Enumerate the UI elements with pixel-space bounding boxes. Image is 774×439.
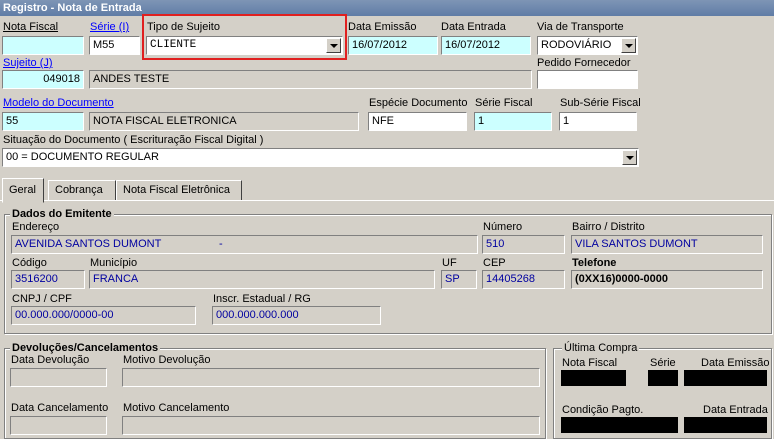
pedido-fornecedor-input[interactable] <box>537 70 638 89</box>
uc-condicao-field <box>561 417 678 433</box>
window-title: Registro - Nota de Entrada <box>0 0 774 16</box>
cnpj-field: 00.000.000/0000-00 <box>11 306 196 325</box>
serie-fiscal-label: Série Fiscal <box>475 97 533 109</box>
situacao-value: 00 = DOCUMENTO REGULAR <box>6 151 159 163</box>
sujeito-link[interactable]: Sujeito (J) <box>3 57 53 70</box>
tab-geral[interactable]: Geral <box>2 178 44 203</box>
especie-documento-label: Espécie Documento <box>369 97 468 109</box>
sujeito-code-input[interactable]: 049018 <box>2 70 84 89</box>
codigo-field: 3516200 <box>11 270 85 289</box>
tipo-sujeito-select[interactable]: CLIENTE <box>146 36 343 55</box>
data-emissao-input[interactable]: 16/07/2012 <box>348 36 438 55</box>
endereco-label: Endereço <box>12 221 60 233</box>
data-devolucao-field <box>10 368 107 387</box>
modelo-code-input[interactable]: 55 <box>2 112 84 131</box>
endereco-extra: - <box>219 238 223 250</box>
motivo-devolucao-label: Motivo Devolução <box>123 354 211 366</box>
situacao-label: Situação do Documento ( Escrituração Fis… <box>3 134 264 146</box>
cnpj-label: CNPJ / CPF <box>12 293 72 305</box>
modelo-documento-link[interactable]: Modelo do Documento <box>3 97 114 110</box>
uc-serie-label: Série <box>650 357 676 369</box>
bairro-label: Bairro / Distrito <box>572 221 645 233</box>
sujeito-name-field: ANDES TESTE <box>89 70 532 89</box>
chevron-down-icon[interactable] <box>326 38 341 53</box>
data-devolucao-label: Data Devolução <box>11 354 90 366</box>
telefone-field: (0XX16)0000-0000 <box>571 270 763 289</box>
chevron-down-icon[interactable] <box>622 150 637 165</box>
data-entrada-input[interactable]: 16/07/2012 <box>441 36 531 55</box>
tab-nota-fiscal-eletronica[interactable]: Nota Fiscal Eletrônica <box>116 180 242 201</box>
pedido-fornecedor-label: Pedido Fornecedor <box>537 57 631 69</box>
uc-data-entrada-field <box>684 417 767 433</box>
telefone-label: Telefone <box>572 257 617 269</box>
tab-divider <box>0 200 774 203</box>
bairro-field: VILA SANTOS DUMONT <box>571 235 763 254</box>
sub-serie-fiscal-label: Sub-Série Fiscal <box>560 97 641 109</box>
codigo-label: Código <box>12 257 47 269</box>
uc-nota-fiscal-label: Nota Fiscal <box>562 357 618 369</box>
inscr-field: 000.000.000.000 <box>212 306 381 325</box>
serie-fiscal-input[interactable]: 1 <box>474 112 552 131</box>
via-transporte-select[interactable]: RODOVIÁRIO <box>537 36 638 55</box>
nota-fiscal-label: Nota Fiscal <box>3 21 59 33</box>
data-entrada-label: Data Entrada <box>441 21 506 33</box>
serie-link[interactable]: Série (I) <box>90 21 129 34</box>
situacao-select[interactable]: 00 = DOCUMENTO REGULAR <box>2 148 639 167</box>
uf-label: UF <box>442 257 457 269</box>
inscr-label: Inscr. Estadual / RG <box>213 293 311 305</box>
modelo-name-field: NOTA FISCAL ELETRONICA <box>89 112 359 131</box>
endereco-field: AVENIDA SANTOS DUMONT - <box>11 235 478 254</box>
chevron-down-icon[interactable] <box>621 38 636 53</box>
motivo-cancelamento-field <box>122 416 540 435</box>
especie-documento-input[interactable]: NFE <box>368 112 467 131</box>
via-transporte-value: RODOVIÁRIO <box>541 39 612 51</box>
tab-cobranca[interactable]: Cobrança <box>48 180 116 201</box>
numero-field: 510 <box>482 235 565 254</box>
motivo-cancelamento-label: Motivo Cancelamento <box>123 402 230 414</box>
tipo-sujeito-value: CLIENTE <box>150 39 197 51</box>
uc-condicao-label: Condição Pagto. <box>562 404 644 416</box>
municipio-field: FRANCA <box>89 270 435 289</box>
uc-serie-field <box>648 370 678 386</box>
via-transporte-label: Via de Transporte <box>537 21 624 33</box>
uc-data-emissao-field <box>684 370 767 386</box>
uc-data-entrada-label: Data Entrada <box>703 404 768 416</box>
ultima-compra-title: Última Compra <box>562 342 640 355</box>
uc-nota-fiscal-field <box>561 370 626 386</box>
uf-field: SP <box>441 270 477 289</box>
data-cancelamento-label: Data Cancelamento <box>11 402 109 414</box>
nota-fiscal-input[interactable] <box>2 36 84 55</box>
emitente-title: Dados do Emitente <box>10 208 114 221</box>
uc-data-emissao-label: Data Emissão <box>701 357 770 369</box>
cep-label: CEP <box>483 257 506 269</box>
municipio-label: Município <box>90 257 138 269</box>
data-cancelamento-field <box>10 416 107 435</box>
cep-field: 14405268 <box>482 270 565 289</box>
data-emissao-label: Data Emissão <box>348 21 417 33</box>
numero-label: Número <box>483 221 523 233</box>
endereco-value: AVENIDA SANTOS DUMONT <box>15 238 162 250</box>
motivo-devolucao-field <box>122 368 540 387</box>
sub-serie-fiscal-input[interactable]: 1 <box>559 112 637 131</box>
serie-input[interactable]: M55 <box>89 36 140 55</box>
